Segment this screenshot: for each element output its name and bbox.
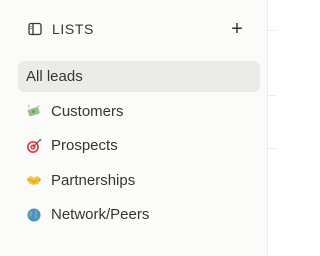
list-item-label: All leads — [26, 68, 83, 85]
globe-icon — [26, 207, 42, 223]
lists-nav: All leads Customers Prospects Partnershi… — [18, 61, 260, 234]
list-item-network-peers[interactable]: Network/Peers — [18, 199, 260, 230]
divider — [268, 30, 276, 31]
add-list-button[interactable]: + — [226, 18, 248, 40]
list-item-all-leads[interactable]: All leads — [18, 61, 260, 92]
divider — [268, 95, 276, 96]
list-item-label: Customers — [51, 102, 124, 120]
target-icon — [26, 138, 42, 154]
money-with-wings-icon — [26, 103, 42, 119]
list-item-customers[interactable]: Customers — [18, 96, 260, 127]
list-item-label: Partnerships — [51, 171, 136, 189]
handshake-icon — [26, 172, 42, 188]
sidebar-list-icon — [28, 22, 42, 36]
lists-sidebar: LISTS + All leads Customers Prospects Pa… — [0, 0, 268, 256]
lists-title: LISTS — [52, 21, 94, 37]
lists-header: LISTS + — [28, 18, 258, 40]
list-item-label: Prospects — [51, 137, 118, 154]
list-item-label: Network/Peers — [51, 206, 150, 223]
list-item-partnerships[interactable]: Partnerships — [18, 165, 260, 196]
list-item-prospects[interactable]: Prospects — [18, 130, 260, 161]
divider — [268, 148, 276, 149]
content-edge — [268, 0, 276, 256]
